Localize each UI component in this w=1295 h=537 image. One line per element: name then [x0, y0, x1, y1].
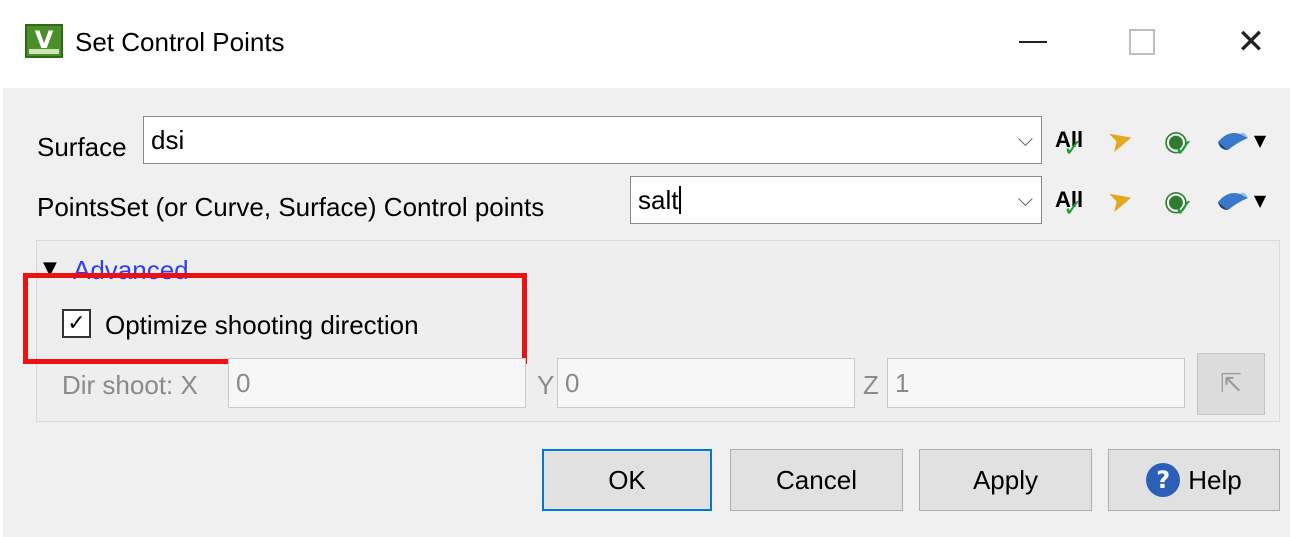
cursor-pick-icon: ➤	[1104, 119, 1138, 161]
pointsset-show-button[interactable]: ◉ ✓	[1152, 176, 1200, 224]
dir-y-field[interactable]: 0	[557, 358, 855, 408]
dir-shoot-label: Dir shoot: X	[62, 370, 198, 400]
surface-show-button[interactable]: ◉ ✓	[1152, 116, 1200, 164]
maximize-icon	[1129, 29, 1155, 55]
cursor-arrow-icon: ⇱	[1220, 369, 1242, 399]
pointsset-pick-button[interactable]: ➤	[1097, 176, 1145, 224]
dir-x-field[interactable]: 0	[228, 358, 526, 408]
window-edge-left	[0, 88, 3, 537]
pointsset-label: PointsSet (or Curve, Surface) Control po…	[37, 192, 545, 222]
surface-combo[interactable]: dsi ⌵	[143, 116, 1042, 164]
3d-surface-icon	[1217, 132, 1248, 150]
close-button[interactable]: ✕	[1206, 14, 1295, 70]
check-icon: ✓	[1063, 194, 1084, 222]
pointsset-value: salt	[638, 184, 682, 216]
surface-3d-view-button[interactable]: ▼	[1205, 116, 1275, 164]
help-button[interactable]: ? Help	[1108, 449, 1280, 511]
cursor-pick-icon: ➤	[1104, 179, 1138, 221]
apply-button[interactable]: Apply	[919, 449, 1092, 511]
dir-z-field[interactable]: 1	[887, 358, 1185, 408]
dropdown-arrow-icon: ▼	[1253, 190, 1267, 210]
dir-z-value: 1	[895, 368, 910, 398]
pointsset-3d-view-button[interactable]: ▼	[1205, 176, 1275, 224]
dropdown-arrow-icon: ▼	[1253, 130, 1267, 150]
surface-pick-button[interactable]: ➤	[1097, 116, 1145, 164]
help-icon: ?	[1146, 463, 1181, 497]
window-title: Set Control Points	[75, 27, 285, 57]
ok-button[interactable]: OK	[542, 449, 712, 511]
dir-z-label: Z	[863, 370, 879, 400]
surface-select-all-button[interactable]: All ✓	[1045, 116, 1093, 164]
app-logo-icon: V	[25, 24, 63, 58]
window-edge-right	[1290, 0, 1295, 537]
pointsset-combo[interactable]: salt ⌵	[630, 176, 1042, 224]
close-icon: ✕	[1236, 22, 1266, 62]
maximize-button[interactable]	[1097, 14, 1187, 70]
cancel-button[interactable]: Cancel	[730, 449, 903, 511]
highlight-box	[23, 273, 527, 364]
pointsset-select-all-button[interactable]: All ✓	[1045, 176, 1093, 224]
chevron-down-icon: ⌵	[1017, 187, 1033, 211]
chevron-down-icon: ⌵	[1017, 127, 1033, 151]
help-label: Help	[1188, 464, 1242, 495]
dir-pick-button[interactable]: ⇱	[1197, 353, 1265, 415]
dir-x-value: 0	[236, 368, 251, 398]
check-icon: ✓	[1174, 134, 1195, 162]
check-icon: ✓	[1174, 194, 1195, 222]
surface-label: Surface	[37, 132, 127, 162]
dir-y-label: Y	[537, 370, 555, 400]
dir-y-value: 0	[565, 368, 580, 398]
minimize-icon	[1019, 41, 1047, 43]
3d-surface-icon	[1217, 192, 1248, 210]
surface-value: dsi	[151, 125, 185, 155]
minimize-button[interactable]	[988, 14, 1078, 70]
check-icon: ✓	[1063, 134, 1084, 162]
